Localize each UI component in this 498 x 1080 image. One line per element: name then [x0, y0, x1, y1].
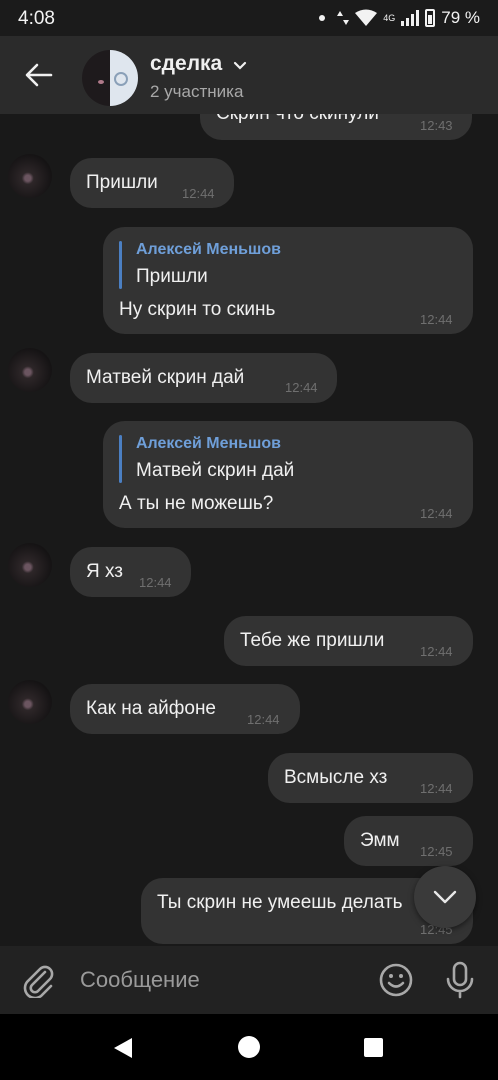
message-list[interactable]: Скрин что скинули 12:43 Пришли 12:44 Але…: [0, 114, 498, 946]
chat-participants: 2 участника: [150, 82, 244, 101]
message-time: 12:44: [420, 781, 453, 796]
system-navigation-bar: [0, 1014, 498, 1080]
message-text: Скрин что скинули: [216, 114, 379, 125]
status-time: 4:08: [18, 8, 55, 29]
emoji-button[interactable]: [378, 962, 414, 998]
arrow-left-icon: [25, 63, 53, 87]
message-outgoing[interactable]: Тебе же пришли 12:44: [224, 616, 473, 666]
message-incoming[interactable]: Как на айфоне 12:44: [70, 684, 300, 734]
avatar-highlight: [98, 80, 104, 84]
microphone-icon: [446, 961, 474, 999]
notification-dot-icon: [319, 15, 326, 21]
status-icons: 4G 79 %: [319, 8, 480, 28]
reply-accent-bar: [119, 241, 122, 289]
nav-home-icon[interactable]: [238, 1036, 260, 1058]
smiley-icon: [379, 963, 413, 997]
message-outgoing-reply[interactable]: Алексей Меньшов Матвей скрин дай А ты не…: [103, 421, 473, 528]
message-incoming[interactable]: Я хз 12:44: [70, 547, 191, 597]
data-arrows-icon: [337, 11, 350, 25]
message-time: 12:43: [420, 118, 453, 133]
message-time: 12:44: [139, 575, 172, 590]
wifi-icon: [355, 9, 378, 26]
avatar[interactable]: [8, 543, 52, 587]
battery-percent: 79 %: [441, 8, 480, 27]
chevron-down-icon: [233, 61, 246, 70]
reply-author: Алексей Меньшов: [136, 435, 281, 452]
reply-quote: Матвей скрин дай: [136, 460, 295, 481]
network-type: 4G: [383, 13, 396, 23]
cell-signal-icon: [401, 10, 420, 26]
message-text: Ну скрин то скинь: [119, 299, 276, 320]
reply-author: Алексей Меньшов: [136, 241, 281, 258]
message-text: А ты не можешь?: [119, 493, 274, 514]
paperclip-icon: [23, 965, 54, 1000]
message-outgoing[interactable]: Эмм 12:45: [344, 816, 473, 866]
message-outgoing[interactable]: Всмысле хз 12:44: [268, 753, 473, 803]
chat-header: сделка 2 участника: [0, 36, 498, 114]
message-text: Тебе же пришли: [240, 630, 385, 651]
message-time: 12:44: [420, 506, 453, 521]
voice-message-button[interactable]: [442, 960, 478, 1000]
status-bar: 4:08 4G 79 %: [0, 0, 498, 36]
message-incoming[interactable]: Матвей скрин дай 12:44: [70, 353, 337, 403]
attach-button[interactable]: [20, 962, 56, 1000]
message-text: Ты скрин не умеешь делать: [157, 892, 403, 913]
nav-recents-icon[interactable]: [364, 1038, 383, 1057]
avatar[interactable]: [8, 348, 52, 392]
avatar[interactable]: [8, 154, 52, 198]
chat-title: сделка: [150, 52, 223, 75]
message-time: 12:44: [182, 186, 215, 201]
chevron-down-icon: [433, 890, 457, 904]
avatar[interactable]: [8, 680, 52, 724]
message-time: 12:44: [420, 312, 453, 327]
scroll-to-bottom-button[interactable]: [414, 866, 476, 928]
message-outgoing-reply[interactable]: Алексей Меньшов Пришли Ну скрин то скинь…: [103, 227, 473, 334]
message-text: Матвей скрин дай: [86, 367, 245, 388]
message-time: 12:44: [247, 712, 280, 727]
message-input[interactable]: [70, 960, 360, 1000]
back-button[interactable]: [18, 54, 60, 96]
chat-title-block[interactable]: сделка 2 участника: [150, 52, 247, 102]
message-text: Всмысле хз: [284, 767, 388, 788]
camera-lens-icon: [114, 72, 128, 86]
chat-avatar[interactable]: [82, 50, 138, 106]
message-text: Я хз: [86, 561, 123, 582]
message-incoming[interactable]: Пришли 12:44: [70, 158, 234, 208]
message-text: Пришли: [86, 172, 158, 193]
message-time: 12:44: [285, 380, 318, 395]
reply-quote: Пришли: [136, 266, 208, 287]
reply-accent-bar: [119, 435, 122, 483]
message-composer: [0, 946, 498, 1014]
battery-icon: [425, 9, 436, 27]
message-time: 12:45: [420, 844, 453, 859]
message-outgoing[interactable]: Скрин что скинули 12:43: [200, 114, 472, 140]
nav-back-icon[interactable]: [112, 1036, 134, 1060]
message-text: Эмм: [360, 830, 400, 851]
message-time: 12:44: [420, 644, 453, 659]
message-text: Как на айфоне: [86, 698, 217, 719]
